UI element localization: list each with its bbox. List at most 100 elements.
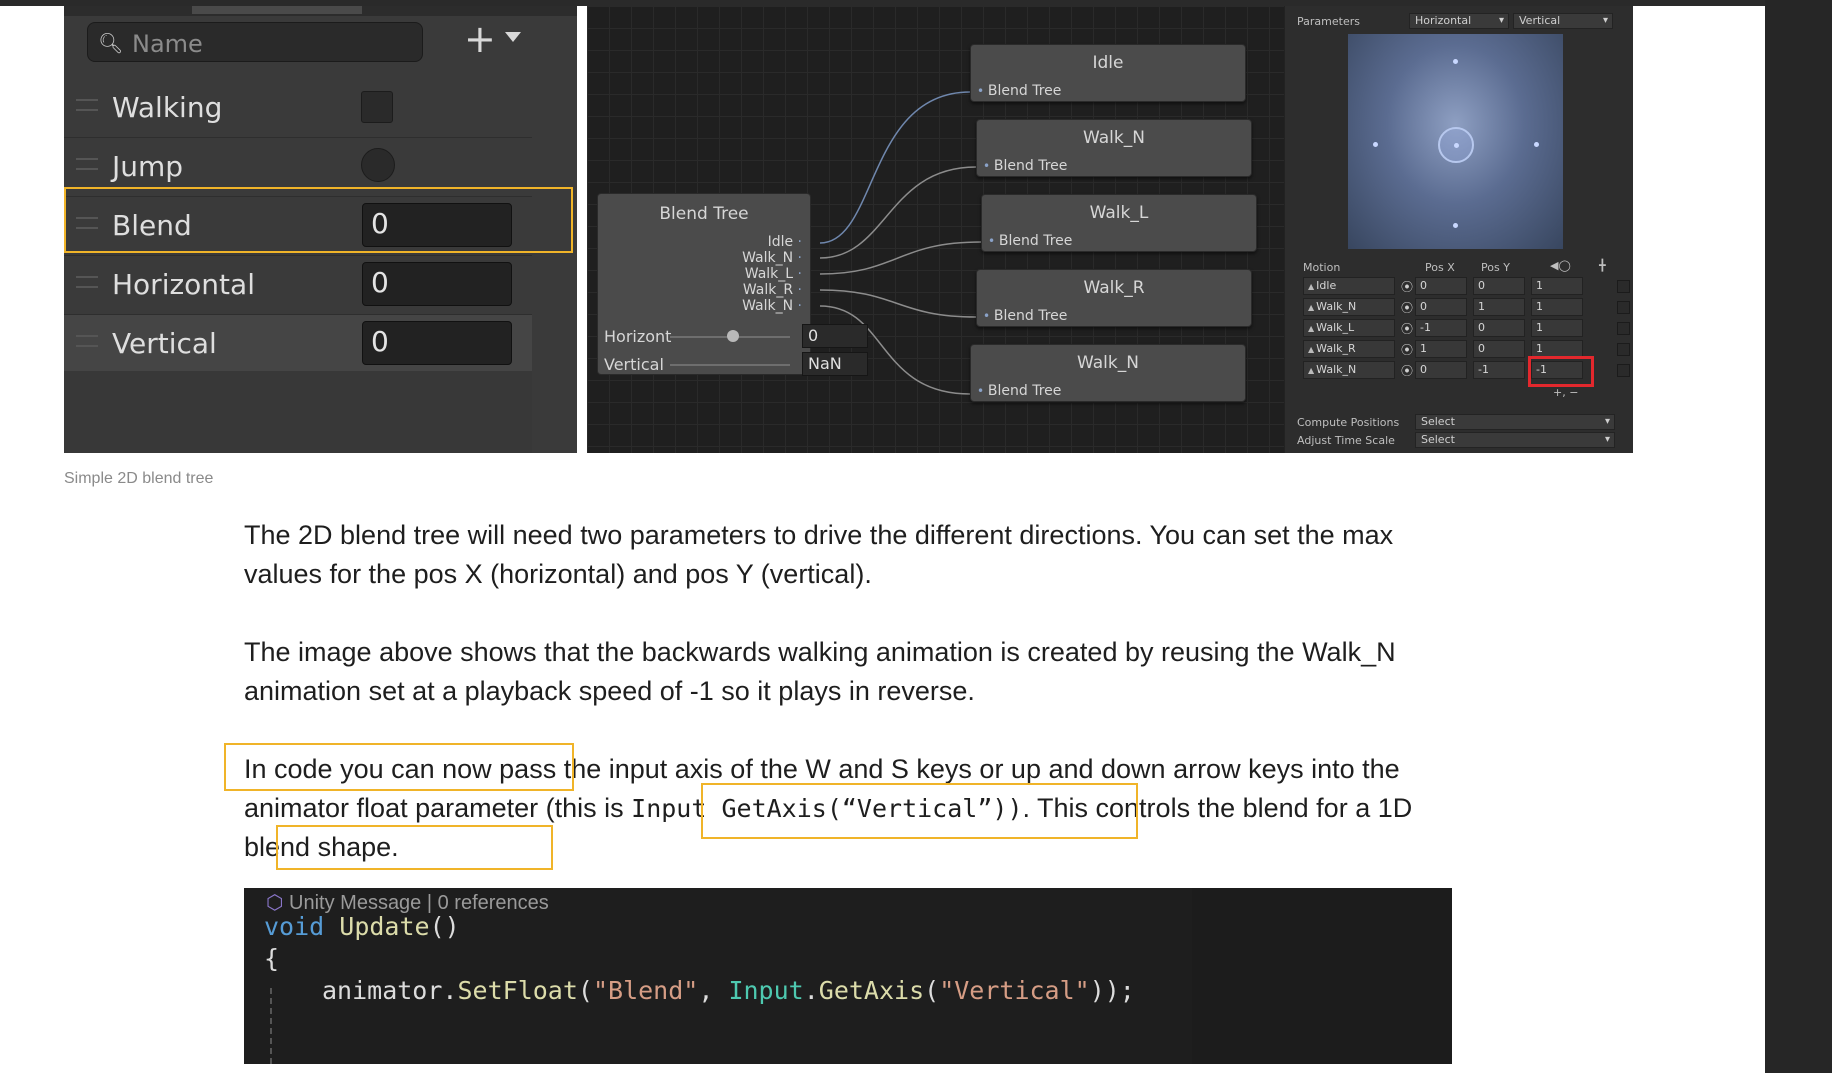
child-node-idle[interactable]: Idle Blend Tree bbox=[970, 44, 1246, 102]
adjust-time-scale-label: Adjust Time Scale bbox=[1297, 434, 1395, 447]
blend-tree-graph: Blend Tree Idle Walk_N Walk_L Walk_R Wal… bbox=[587, 6, 1284, 453]
horizontal-value-field[interactable]: 0 bbox=[802, 324, 868, 348]
drag-handle-icon[interactable] bbox=[76, 158, 98, 170]
target-icon[interactable]: ⦿ bbox=[1401, 341, 1413, 358]
mirror-checkbox[interactable] bbox=[1617, 280, 1630, 293]
motion-name[interactable]: Walk_N bbox=[1303, 298, 1395, 316]
text-span: r bbox=[1338, 793, 1348, 823]
node-title: Walk_N bbox=[1083, 128, 1145, 148]
unity-message-icon: ⬡ bbox=[266, 892, 290, 914]
posx-field[interactable]: 0 bbox=[1415, 361, 1467, 379]
add-parameter-button[interactable]: + bbox=[464, 20, 496, 58]
code-token: Update bbox=[339, 912, 430, 941]
vertical-slider[interactable] bbox=[670, 364, 790, 366]
child-node-walk-n[interactable]: Walk_N Blend Tree bbox=[976, 119, 1252, 177]
node-title: Blend Tree bbox=[659, 204, 749, 224]
posy-field[interactable]: 0 bbox=[1473, 277, 1525, 295]
input-port[interactable]: Blend Tree bbox=[983, 158, 1068, 174]
posy-field[interactable]: -1 bbox=[1473, 361, 1525, 379]
highlight-in-code bbox=[224, 743, 574, 791]
compute-positions-dropdown[interactable]: Select bbox=[1415, 414, 1615, 430]
input-port[interactable]: Blend Tree bbox=[983, 308, 1068, 324]
motion-row[interactable]: Walk_N ⦿ 0 1 1 bbox=[1303, 297, 1630, 317]
param-x-dropdown[interactable]: Horizontal bbox=[1409, 13, 1509, 29]
parameter-row-horizontal[interactable]: Horizontal 0 bbox=[64, 256, 532, 315]
code-token: . bbox=[442, 976, 458, 1005]
code-token: void bbox=[264, 912, 325, 941]
chevron-down-icon[interactable] bbox=[505, 32, 521, 42]
parameter-trigger-radio[interactable] bbox=[361, 148, 395, 182]
motion-point[interactable] bbox=[1373, 142, 1378, 147]
motion-name[interactable]: Walk_R bbox=[1303, 340, 1395, 358]
indent-guide bbox=[270, 988, 272, 1064]
motion-point[interactable] bbox=[1453, 59, 1458, 64]
input-port[interactable]: Blend Tree bbox=[977, 83, 1062, 99]
speed-field[interactable]: 1 bbox=[1531, 277, 1583, 295]
motion-point[interactable] bbox=[1534, 142, 1539, 147]
highlight-input-getaxis bbox=[701, 783, 1138, 839]
target-icon[interactable]: ⦿ bbox=[1401, 278, 1413, 295]
code-block: ⬡ Unity Message | 0 references void Upda… bbox=[244, 888, 1452, 1064]
vertical-value-field[interactable]: NaN bbox=[802, 352, 868, 376]
highlight-speed-field bbox=[1528, 356, 1594, 387]
code-token: GetAxis bbox=[818, 976, 925, 1005]
motion-name[interactable]: Walk_L bbox=[1303, 319, 1395, 337]
adjust-time-scale-dropdown[interactable]: Select bbox=[1415, 432, 1615, 448]
parameter-search-input[interactable]: 🔍︎ Name bbox=[87, 22, 423, 62]
target-icon[interactable]: ⦿ bbox=[1401, 362, 1413, 379]
blend-tree-node[interactable]: Blend Tree Idle Walk_N Walk_L Walk_R Wal… bbox=[597, 193, 868, 376]
drag-handle-icon[interactable] bbox=[76, 276, 98, 288]
motion-row[interactable]: Idle ⦿ 0 0 1 bbox=[1303, 276, 1630, 296]
posy-field[interactable]: 0 bbox=[1473, 340, 1525, 358]
parameter-row-vertical[interactable]: Vertical 0 bbox=[64, 315, 532, 374]
output-port[interactable]: Walk_R bbox=[743, 282, 802, 298]
output-port[interactable]: Walk_N bbox=[742, 250, 802, 266]
mirror-checkbox[interactable] bbox=[1617, 301, 1630, 314]
child-node-walk-r[interactable]: Walk_R Blend Tree bbox=[976, 269, 1252, 327]
drag-handle-icon[interactable] bbox=[76, 335, 98, 347]
code-token: ( bbox=[924, 976, 940, 1005]
speed-field[interactable]: 1 bbox=[1531, 298, 1583, 316]
posx-field[interactable]: 0 bbox=[1415, 277, 1467, 295]
posy-header: Pos Y bbox=[1481, 261, 1510, 274]
target-icon[interactable]: ⦿ bbox=[1401, 299, 1413, 316]
output-port[interactable]: Walk_N bbox=[742, 298, 802, 314]
posx-field[interactable]: 0 bbox=[1415, 298, 1467, 316]
output-port[interactable]: Idle bbox=[768, 234, 802, 250]
motion-name[interactable]: Walk_N bbox=[1303, 361, 1395, 379]
input-port[interactable]: Blend Tree bbox=[977, 383, 1062, 399]
param-y-dropdown[interactable]: Vertical bbox=[1513, 13, 1613, 29]
parameter-bool-checkbox[interactable] bbox=[361, 91, 393, 123]
code-token: , bbox=[698, 976, 729, 1005]
parameter-row-walking[interactable]: Walking bbox=[64, 79, 532, 138]
target-icon[interactable]: ⦿ bbox=[1401, 320, 1413, 337]
motion-point[interactable] bbox=[1454, 143, 1459, 148]
posx-field[interactable]: -1 bbox=[1415, 319, 1467, 337]
add-remove-motion-buttons[interactable]: +, − bbox=[1553, 386, 1578, 399]
speed-field[interactable]: 1 bbox=[1531, 319, 1583, 337]
motion-name[interactable]: Idle bbox=[1303, 277, 1395, 295]
parameter-float-field[interactable]: 0 bbox=[362, 321, 512, 365]
parameter-name: Horizontal bbox=[112, 268, 255, 301]
child-node-walk-n-back[interactable]: Walk_N Blend Tree bbox=[970, 344, 1246, 402]
code-token: animator bbox=[322, 976, 443, 1005]
drag-handle-icon[interactable] bbox=[76, 99, 98, 111]
motion-header: Motion bbox=[1303, 261, 1341, 274]
parameter-float-field[interactable]: 0 bbox=[362, 262, 512, 306]
blend-space-visualization[interactable] bbox=[1348, 34, 1563, 249]
output-port[interactable]: Walk_L bbox=[745, 266, 802, 282]
tab[interactable] bbox=[192, 6, 362, 14]
posy-field[interactable]: 0 bbox=[1473, 319, 1525, 337]
motion-point[interactable] bbox=[1453, 223, 1458, 228]
input-port[interactable]: Blend Tree bbox=[988, 233, 1073, 249]
motion-row[interactable]: Walk_L ⦿ -1 0 1 bbox=[1303, 318, 1630, 338]
code-line-1: void Update() bbox=[264, 912, 460, 941]
posx-field[interactable]: 1 bbox=[1415, 340, 1467, 358]
mirror-checkbox[interactable] bbox=[1617, 343, 1630, 356]
mirror-checkbox[interactable] bbox=[1617, 364, 1630, 377]
mirror-checkbox[interactable] bbox=[1617, 322, 1630, 335]
child-node-walk-l[interactable]: Walk_L Blend Tree bbox=[981, 194, 1257, 252]
code-token: () bbox=[429, 912, 460, 941]
posy-field[interactable]: 1 bbox=[1473, 298, 1525, 316]
slider-handle[interactable] bbox=[727, 330, 739, 342]
